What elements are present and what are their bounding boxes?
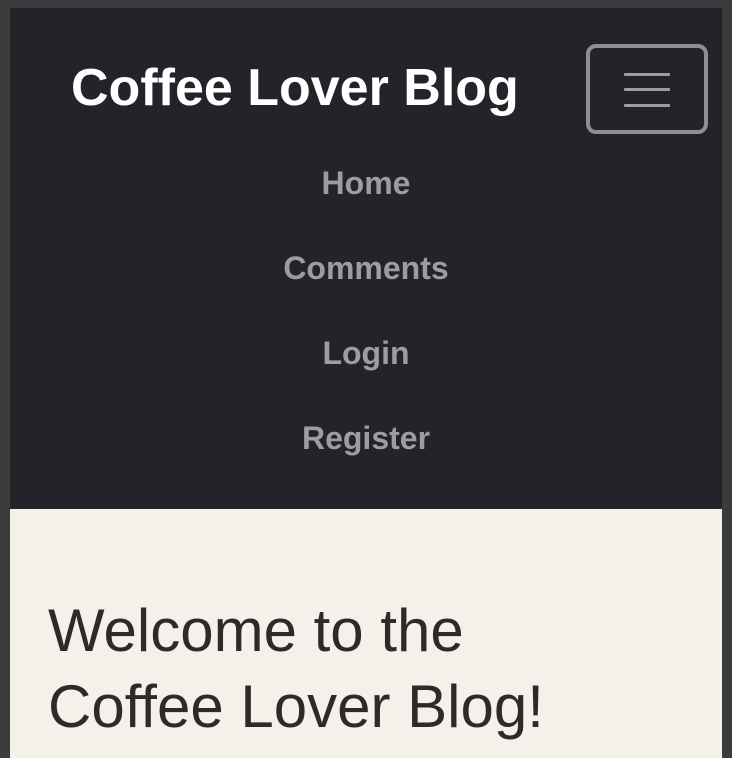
nav-link-login[interactable]: Login [322, 328, 409, 378]
nav-item-register: Register [10, 413, 722, 498]
nav-item-login: Login [10, 328, 722, 413]
nav-item-comments: Comments [10, 243, 722, 328]
navbar-brand[interactable]: Coffee Lover Blog [71, 58, 519, 118]
nav-link-comments[interactable]: Comments [283, 243, 448, 293]
nav-link-register[interactable]: Register [302, 413, 430, 463]
page-heading-line-1: Welcome to the [48, 597, 464, 664]
page-heading: Welcome to the Coffee Lover Blog! [48, 593, 688, 745]
hamburger-menu-icon [624, 73, 670, 107]
nav-link-home[interactable]: Home [322, 158, 411, 208]
nav-item-home: Home [10, 158, 722, 243]
navbar-toggle-button[interactable] [586, 44, 708, 134]
nav-menu: Home Comments Login Register [10, 158, 722, 498]
page-heading-line-2: Coffee Lover Blog! [48, 673, 544, 740]
browser-viewport: Coffee Lover Blog Home Comments Login Re… [10, 8, 722, 758]
navbar: Coffee Lover Blog Home Comments Login Re… [10, 8, 722, 509]
